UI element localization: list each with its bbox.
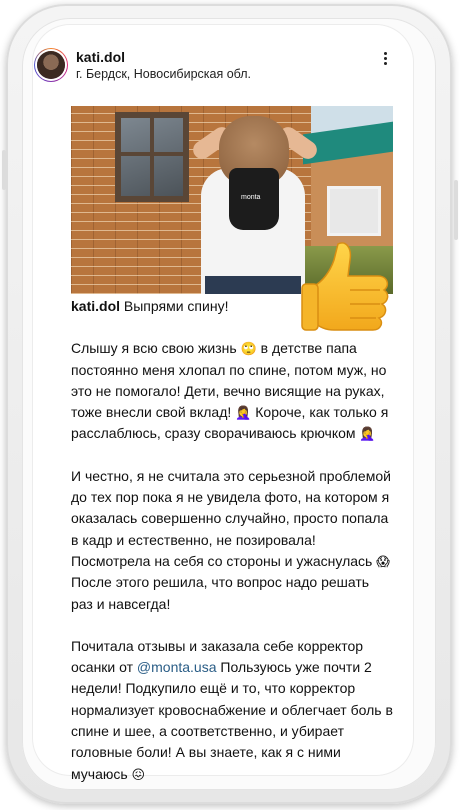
window-bar — [121, 152, 183, 156]
scream-emoji-icon: 😱 — [376, 554, 390, 570]
caption-text: Слышу я всю свою жизнь — [71, 340, 237, 357]
eye-roll-emoji-icon: 🙄 — [240, 342, 257, 358]
post-username[interactable]: kati.dol — [76, 49, 125, 65]
caption-paragraph-2: И честно, я не считала это серьезной про… — [71, 466, 393, 615]
confounded-emoji-icon: 😖 — [131, 767, 146, 783]
avatar-story-ring[interactable] — [34, 48, 68, 82]
facepalm-emoji-icon: 🤦‍♀️ — [359, 427, 376, 443]
caption-username[interactable]: kati.dol — [71, 298, 120, 314]
caption-lead-text: Выпрями спину! — [123, 298, 229, 314]
volume-button — [2, 150, 6, 190]
caption-lead: kati.dol Выпрями спину! — [71, 296, 393, 317]
caption-text: И честно, я не считала это серьезной про… — [71, 467, 391, 569]
mention-link[interactable]: @monta.usa — [137, 659, 217, 675]
avatar[interactable] — [37, 51, 65, 79]
caption-paragraph-3: Почитала отзывы и заказала себе корректо… — [71, 636, 393, 785]
more-vertical-icon[interactable] — [380, 50, 390, 70]
post-location[interactable]: г. Бердск, Новосибирская обл. — [76, 67, 251, 81]
power-button — [454, 180, 458, 240]
window-bar — [150, 118, 154, 196]
shorts — [205, 276, 301, 294]
corrector-logo: monta — [241, 194, 261, 201]
post-caption: kati.dol Выпрями спину! Слышу я всю свою… — [71, 296, 393, 806]
post-header: kati.dol г. Бердск, Новосибирская обл. — [34, 44, 394, 102]
caption-text: Пользуюсь уже почти 2 недели! Подкупило … — [71, 659, 393, 782]
facepalm-emoji-icon: 🤦‍♀️ — [235, 406, 252, 422]
house-window — [327, 186, 381, 236]
caption-text: После этого решила, что вопрос надо реша… — [71, 574, 370, 612]
caption-paragraph-1: Слышу я всю свою жизнь 🙄 в детстве папа … — [71, 338, 393, 444]
